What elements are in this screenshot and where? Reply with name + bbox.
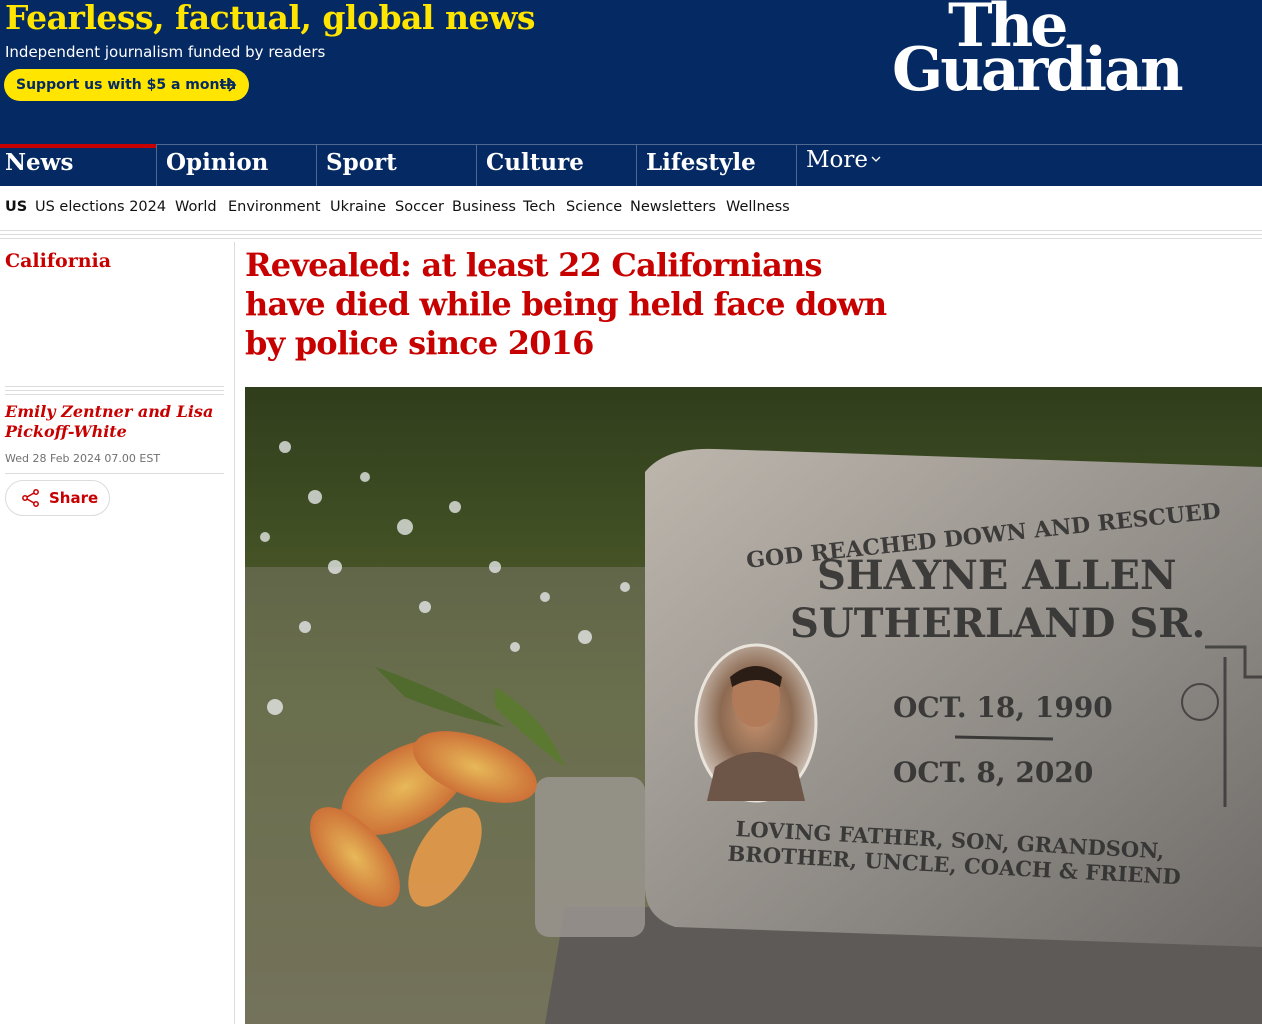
pillar-nav: News Opinion Sport Culture Lifestyle Mor… [0,144,1262,187]
pillar-sport[interactable]: Sport [316,145,476,187]
chevron-down-icon [871,156,881,162]
section-label[interactable]: California [5,250,111,272]
subnav-world[interactable]: World [175,199,217,215]
subnav-soccer[interactable]: Soccer [395,199,444,215]
subnav-wellness[interactable]: Wellness [726,199,790,215]
headstone-photo: GOD REACHED DOWN AND RESCUED SHAYNE ALLE… [245,387,1262,1024]
support-button[interactable]: Support us with $5 a month [4,69,249,101]
pillar-more[interactable]: More [796,145,916,187]
publish-date: Wed 28 Feb 2024 07.00 EST [5,452,161,465]
masthead: Fearless, factual, global news Independe… [0,0,1262,187]
subnav-business[interactable]: Business [452,199,516,215]
subnav-science[interactable]: Science [566,199,622,215]
pillar-lifestyle[interactable]: Lifestyle [636,145,796,187]
subnav-tech[interactable]: Tech [523,199,555,215]
section-divider [0,230,1262,242]
subnav-us-elections[interactable]: US elections 2024 [35,199,166,215]
subnav-environment[interactable]: Environment [228,199,321,215]
share-button[interactable]: Share [5,480,110,516]
support-button-label: Support us with $5 a month [16,77,237,93]
sub-nav: US US elections 2024 World Environment U… [0,186,1262,230]
byline[interactable]: Emily Zentner and Lisa Pickoff-White [5,402,225,442]
subnav-ukraine[interactable]: Ukraine [330,199,386,215]
article-headline: Revealed: at least 22 Californians have … [245,246,887,362]
date-divider [5,473,224,474]
guardian-logo[interactable]: The Guardian [892,0,1192,102]
engraving-born: OCT. 18, 1990 [893,691,1113,724]
masthead-tagline: Fearless, factual, global news [5,0,535,37]
masthead-subline: Independent journalism funded by readers [5,43,326,61]
pillar-opinion[interactable]: Opinion [156,145,316,187]
share-icon [22,489,39,507]
share-label: Share [49,489,99,507]
engraving-name-2: SUTHERLAND SR. [790,600,1205,647]
subnav-us[interactable]: US [5,199,27,215]
subnav-newsletters[interactable]: Newsletters [630,199,716,215]
byline-divider [5,386,224,398]
pillar-more-label: More [806,147,869,173]
article-meta-column: California Emily Zentner and Lisa Pickof… [0,242,235,1024]
pillar-culture[interactable]: Culture [476,145,636,187]
pillar-news[interactable]: News [0,144,156,187]
hero-image[interactable]: GOD REACHED DOWN AND RESCUED SHAYNE ALLE… [245,387,1262,1024]
engraving-died: OCT. 8, 2020 [893,756,1093,789]
arrow-right-icon [220,78,237,92]
engraving-name-1: SHAYNE ALLEN [817,552,1177,599]
logo-line-2: Guardian [892,35,1184,105]
